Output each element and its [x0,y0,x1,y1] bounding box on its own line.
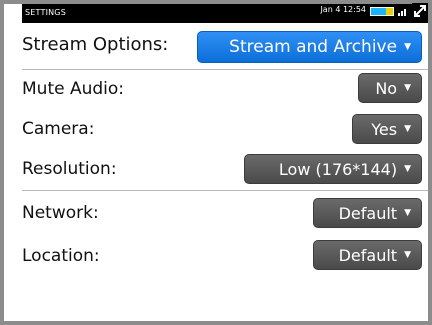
location-row: Location: Default ▼ [22,237,428,275]
network-row: Network: Default ▼ [22,194,428,232]
chevron-down-icon: ▼ [404,208,411,218]
location-value: Default [338,245,398,265]
status-time: Jan 4 12:54 [320,5,366,14]
network-dropdown[interactable]: Default ▼ [313,198,422,228]
camera-value: Yes [371,119,398,139]
mute-audio-dropdown[interactable]: No ▼ [358,73,422,103]
mute-audio-row: Mute Audio: No ▼ [22,70,428,108]
location-label: Location: [22,246,100,266]
resolution-dropdown[interactable]: Low (176*144) ▼ [244,154,422,184]
resolution-label: Resolution: [22,159,117,179]
camera-label: Camera: [22,119,95,139]
camera-dropdown[interactable]: Yes ▼ [352,114,422,144]
mute-audio-value: No [375,78,398,98]
network-label: Network: [22,203,99,223]
camera-row: Camera: Yes ▼ [22,110,428,148]
stream-options-value: Stream and Archive [229,37,398,57]
chevron-down-icon: ▼ [404,83,411,93]
stream-options-label: Stream Options: [22,34,169,55]
status-bar: SETTINGS Jan 4 12:54 [22,3,428,23]
chevron-down-icon: ▼ [404,42,411,52]
resolution-row: Resolution: Low (176*144) ▼ [22,150,428,188]
battery-icon [370,7,394,16]
signal-icon [398,9,406,16]
chevron-down-icon: ▼ [404,250,411,260]
location-dropdown[interactable]: Default ▼ [313,240,422,270]
divider [22,190,428,191]
mute-audio-label: Mute Audio: [22,79,125,99]
stream-options-dropdown[interactable]: Stream and Archive ▼ [197,31,422,63]
chevron-down-icon: ▼ [404,124,411,134]
stream-options-row: Stream Options: Stream and Archive ▼ [22,24,428,68]
network-value: Default [338,203,398,223]
resolution-value: Low (176*144) [278,159,398,179]
settings-panel: Stream Options: Stream and Archive ▼ Mut… [22,24,428,321]
status-title: SETTINGS [25,8,66,17]
chevron-down-icon: ▼ [404,164,411,174]
expand-icon[interactable] [412,3,428,19]
